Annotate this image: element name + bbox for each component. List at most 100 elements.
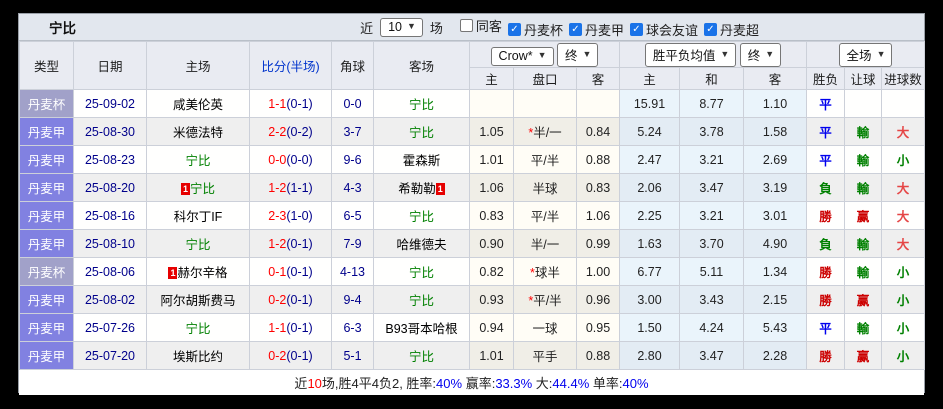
avg-state-select[interactable]: 终 ▼ xyxy=(739,42,782,67)
home-team-name: 米德法特 xyxy=(172,126,223,140)
handicap-text: 半/一 xyxy=(533,126,562,140)
handicap-cell: 半/一 xyxy=(513,229,577,258)
score-cell[interactable]: 0-2(0-1) xyxy=(249,285,332,314)
filter-5[interactable]: ✓ 丹麦超 xyxy=(703,20,759,39)
home-team[interactable]: 1 赫尔辛格 xyxy=(146,257,250,286)
checkbox-checked-icon[interactable]: ✓ xyxy=(629,22,643,36)
avg-lose-cell: 2.69 xyxy=(742,145,808,174)
table-row: 丹麦杯 25-08-06 1 赫尔辛格 0-1(0-1) 4-13 宁比 0.82 *球半 1.0… xyxy=(19,257,926,286)
home-team-name: 赫尔辛格 xyxy=(177,266,228,280)
filter-4[interactable]: ✓ 球会友谊 xyxy=(629,20,698,39)
avg-draw-cell: 8.77 xyxy=(679,89,744,118)
result-wdl-cell: 勝 xyxy=(806,285,846,314)
away-team[interactable]: B93哥本哈根 xyxy=(373,313,470,342)
corner-cell: 5-1 xyxy=(331,341,374,370)
avg-draw-cell: 3.78 xyxy=(679,117,744,146)
col-header-score: 比分(半场) xyxy=(249,41,332,90)
full-time-score: 0-1 xyxy=(268,264,287,279)
date-cell: 25-08-20 xyxy=(73,173,147,202)
half-time-score: (0-1) xyxy=(286,236,313,251)
score-cell[interactable]: 2-2(0-2) xyxy=(249,117,332,146)
home-team[interactable]: 宁比 xyxy=(146,313,250,342)
score-cell[interactable]: 1-1(0-1) xyxy=(249,89,332,118)
checkbox-checked-icon[interactable]: ✓ xyxy=(703,22,717,36)
filter-3[interactable]: ✓ 丹麦甲 xyxy=(568,20,624,39)
col-header-away: 客场 xyxy=(373,41,470,90)
filter-label: 同客 xyxy=(475,18,502,34)
score-cell[interactable]: 0-2(0-1) xyxy=(249,341,332,370)
result-handicap-cell: 輸 xyxy=(844,117,883,146)
home-team[interactable]: 埃斯比约 xyxy=(146,341,250,370)
home-team[interactable]: 咸美伦英 xyxy=(146,89,250,118)
score-cell[interactable]: 0-0(0-0) xyxy=(249,145,332,174)
away-team[interactable]: 希勒勒 1 xyxy=(373,173,470,202)
handicap-text: 一球 xyxy=(532,322,558,336)
bookmaker-state-select[interactable]: 终 ▼ xyxy=(557,42,599,67)
checkbox-checked-icon[interactable]: ✓ xyxy=(568,22,582,36)
home-team[interactable]: 宁比 xyxy=(146,145,250,174)
avg-lose-cell: 5.43 xyxy=(742,313,808,342)
home-team[interactable]: 科尔丁IF xyxy=(146,201,250,230)
full-time-score: 2-3 xyxy=(268,208,287,223)
filter-2[interactable]: ✓ 丹麦杯 xyxy=(507,20,563,39)
away-team-name: 霍森斯 xyxy=(402,154,441,168)
home-team[interactable]: 1 宁比 xyxy=(146,173,250,202)
handicap-cell: 平手 xyxy=(513,341,577,370)
home-team-name: 宁比 xyxy=(185,154,211,168)
avg-select[interactable]: 胜平负均值 ▼ xyxy=(644,42,737,67)
half-time-score: (0-1) xyxy=(286,264,313,279)
away-team[interactable]: 宁比 xyxy=(373,89,470,118)
full-time-score: 1-2 xyxy=(268,180,287,195)
full-time-score: 1-2 xyxy=(268,236,287,251)
away-team-name: 希勒勒 xyxy=(398,182,436,196)
checkbox-checked-icon[interactable]: ✓ xyxy=(507,22,521,36)
away-team[interactable]: 宁比 xyxy=(373,117,470,146)
away-odds-cell xyxy=(576,89,620,118)
table-row: 丹麦杯 25-09-02 咸美伦英 1-1(0-1) 0-0 宁比 15.91 8.77 1.1… xyxy=(19,89,926,118)
half-time-score: (0-1) xyxy=(286,320,313,335)
home-team[interactable]: 宁比 xyxy=(146,229,250,258)
date-cell: 25-08-06 xyxy=(73,257,147,286)
score-cell[interactable]: 1-1(0-1) xyxy=(249,313,332,342)
scope-select[interactable]: 全场 ▼ xyxy=(838,42,893,67)
chevron-down-icon: ▼ xyxy=(876,48,886,59)
red-card-badge: 1 xyxy=(180,183,190,195)
avg-win-cell: 1.50 xyxy=(619,313,680,342)
away-team[interactable]: 宁比 xyxy=(373,257,470,286)
table-row: 丹麦甲 25-08-10 宁比 1-2(0-1) 7-9 哈维德夫 0.90 半/一 0.99 1… xyxy=(19,229,926,258)
sub-header-handicap-result: 让球 xyxy=(844,67,883,90)
half-time-score: (0-0) xyxy=(286,152,313,167)
handicap-cell: *平/半 xyxy=(513,285,577,314)
home-team-name: 咸美伦英 xyxy=(172,98,223,112)
home-team-name: 阿尔胡斯费马 xyxy=(160,294,236,308)
date-cell: 25-07-26 xyxy=(73,313,147,342)
score-cell[interactable]: 2-3(1-0) xyxy=(249,201,332,230)
half-time-score: (1-0) xyxy=(286,208,313,223)
filter-1[interactable]: 同客 xyxy=(459,16,502,35)
away-team[interactable]: 宁比 xyxy=(373,285,470,314)
type-cell: 丹麦甲 xyxy=(19,201,74,230)
sub-header-result: 胜负 xyxy=(806,67,846,90)
avg-state-value: 终 xyxy=(747,48,761,63)
date-cell: 25-08-16 xyxy=(73,201,147,230)
home-team[interactable]: 阿尔胡斯费马 xyxy=(146,285,250,314)
checkbox-unchecked-icon[interactable] xyxy=(459,18,473,32)
score-cell[interactable]: 1-2(1-1) xyxy=(249,173,332,202)
match-count-select[interactable]: 10 ▼ xyxy=(380,17,423,37)
handicap-cell xyxy=(513,89,577,118)
result-goals-cell: 大 xyxy=(881,229,926,258)
table-row: 丹麦甲 25-08-30 米德法特 2-2(0-2) 3-7 宁比 1.05 *半/一 0.84… xyxy=(19,117,926,146)
home-odds-cell: 1.01 xyxy=(469,341,514,370)
away-team[interactable]: 霍森斯 xyxy=(373,145,470,174)
corner-cell: 6-5 xyxy=(331,201,374,230)
bookmaker-select[interactable]: Crow* ▼ xyxy=(490,46,554,66)
home-team[interactable]: 米德法特 xyxy=(146,117,250,146)
away-team-name: 宁比 xyxy=(408,126,434,140)
avg-lose-cell: 4.90 xyxy=(742,229,808,258)
score-cell[interactable]: 0-1(0-1) xyxy=(249,257,332,286)
score-cell[interactable]: 1-2(0-1) xyxy=(249,229,332,258)
away-team[interactable]: 宁比 xyxy=(373,201,470,230)
full-time-score: 1-1 xyxy=(268,96,287,111)
away-team[interactable]: 哈维德夫 xyxy=(373,229,470,258)
away-team[interactable]: 宁比 xyxy=(373,341,470,370)
